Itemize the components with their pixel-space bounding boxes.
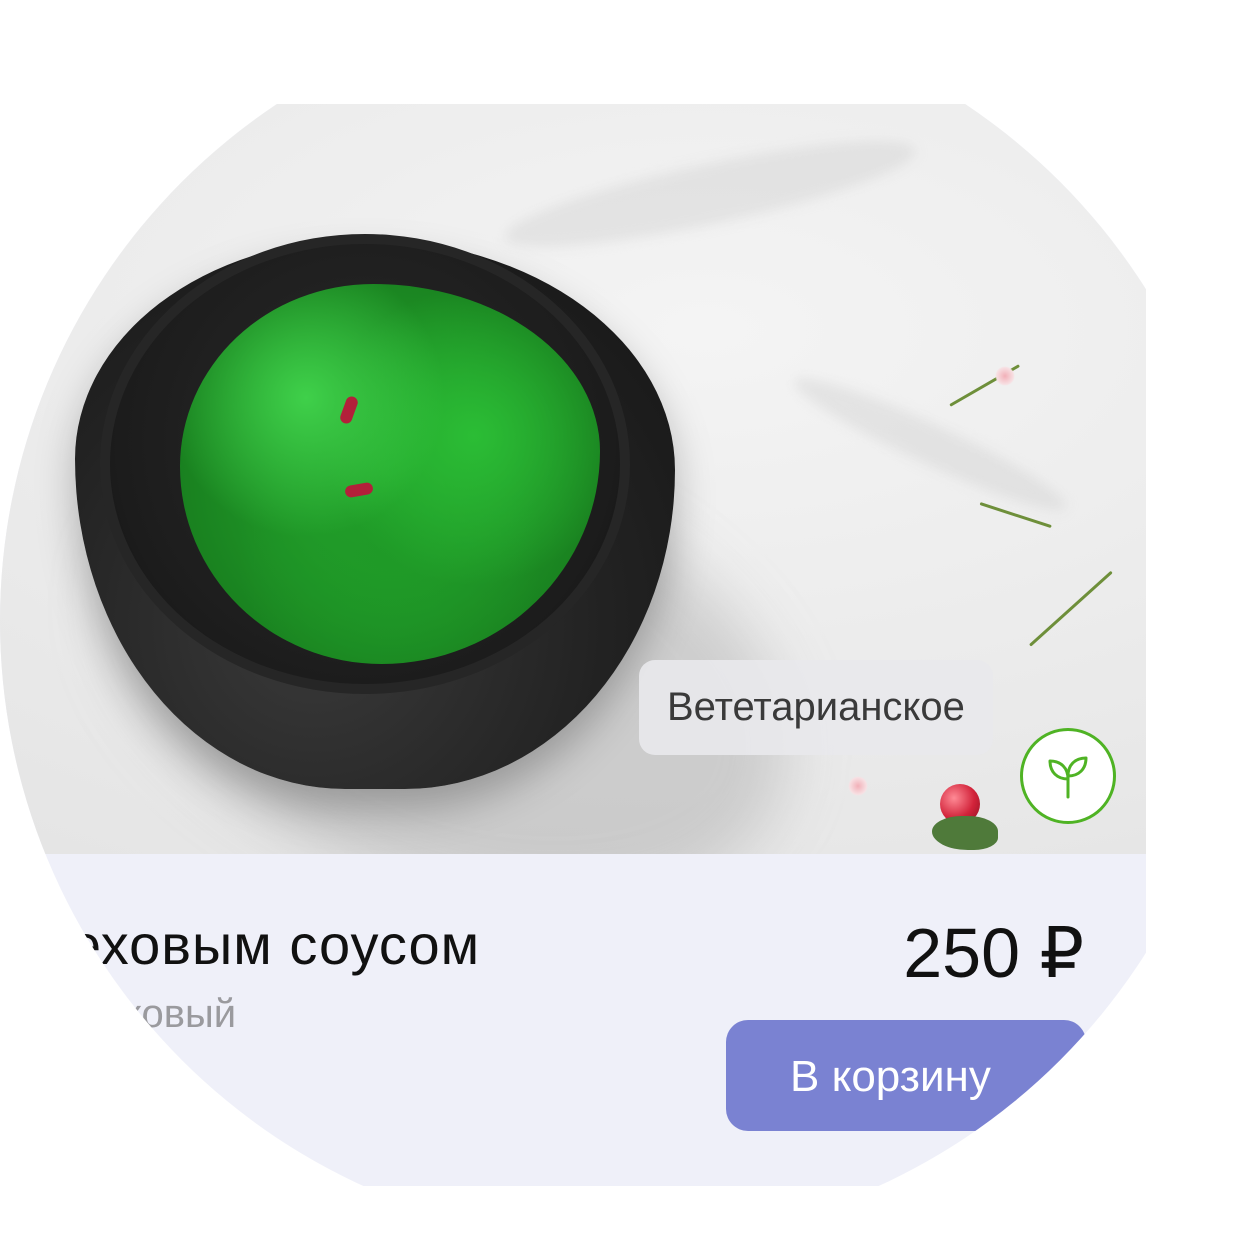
product-card[interactable]: Вететарианское с ореховым соусом с орехо… (0, 104, 1146, 1186)
product-subtitle: с ореховый (25, 992, 237, 1036)
vegetarian-tag: Вететарианское (639, 660, 993, 755)
viewport-mask: Вететарианское с ореховым соусом с орехо… (0, 0, 1242, 1242)
flower (848, 776, 868, 796)
marble-texture (498, 120, 922, 268)
product-photo: Вететарианское (0, 104, 1146, 854)
add-to-cart-button[interactable]: В корзину (726, 1020, 1086, 1131)
herb-sprig (1028, 570, 1113, 647)
leaf-sprout-icon (1048, 756, 1088, 799)
product-price: 250 ₽ (903, 914, 1084, 992)
vegetarian-badge[interactable] (1020, 728, 1116, 824)
product-title: с ореховым соусом (0, 913, 481, 976)
marble-texture (785, 362, 1075, 526)
flower (995, 366, 1015, 386)
berry-leaf (932, 816, 998, 850)
